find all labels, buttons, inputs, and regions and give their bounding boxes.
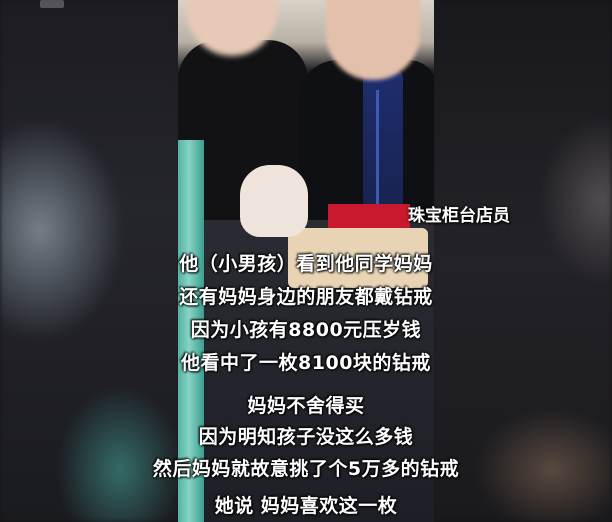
video-frame: 珠宝柜台店员 他（小男孩）看到他同学妈妈 还有妈妈身边的朋友都戴钻戒 因为小孩有… (0, 0, 612, 522)
subtitle-line-3: 因为小孩有8800元压岁钱 (190, 319, 422, 341)
red-label-background (328, 204, 410, 228)
watermark-left (40, 0, 64, 8)
subtitle-line-6: 因为明知孩子没这么多钱 (198, 426, 414, 448)
hand (240, 165, 308, 237)
caption-label: 珠宝柜台店员 (408, 206, 510, 226)
subtitle-line-2: 还有妈妈身边的朋友都戴钻戒 (179, 286, 433, 308)
subtitle-line-4: 他看中了一枚8100块的钻戒 (181, 352, 431, 374)
watermark-right (584, 0, 608, 14)
subtitle-line-8: 她说 妈妈喜欢这一枚 (214, 495, 398, 517)
subtitle-line-7: 然后妈妈就故意挑了个5万多的钻戒 (152, 458, 460, 480)
subtitle-line-5: 妈妈不舍得买 (247, 395, 365, 417)
blue-collar (363, 70, 403, 210)
subtitle-line-1: 他（小男孩）看到他同学妈妈 (179, 253, 433, 275)
